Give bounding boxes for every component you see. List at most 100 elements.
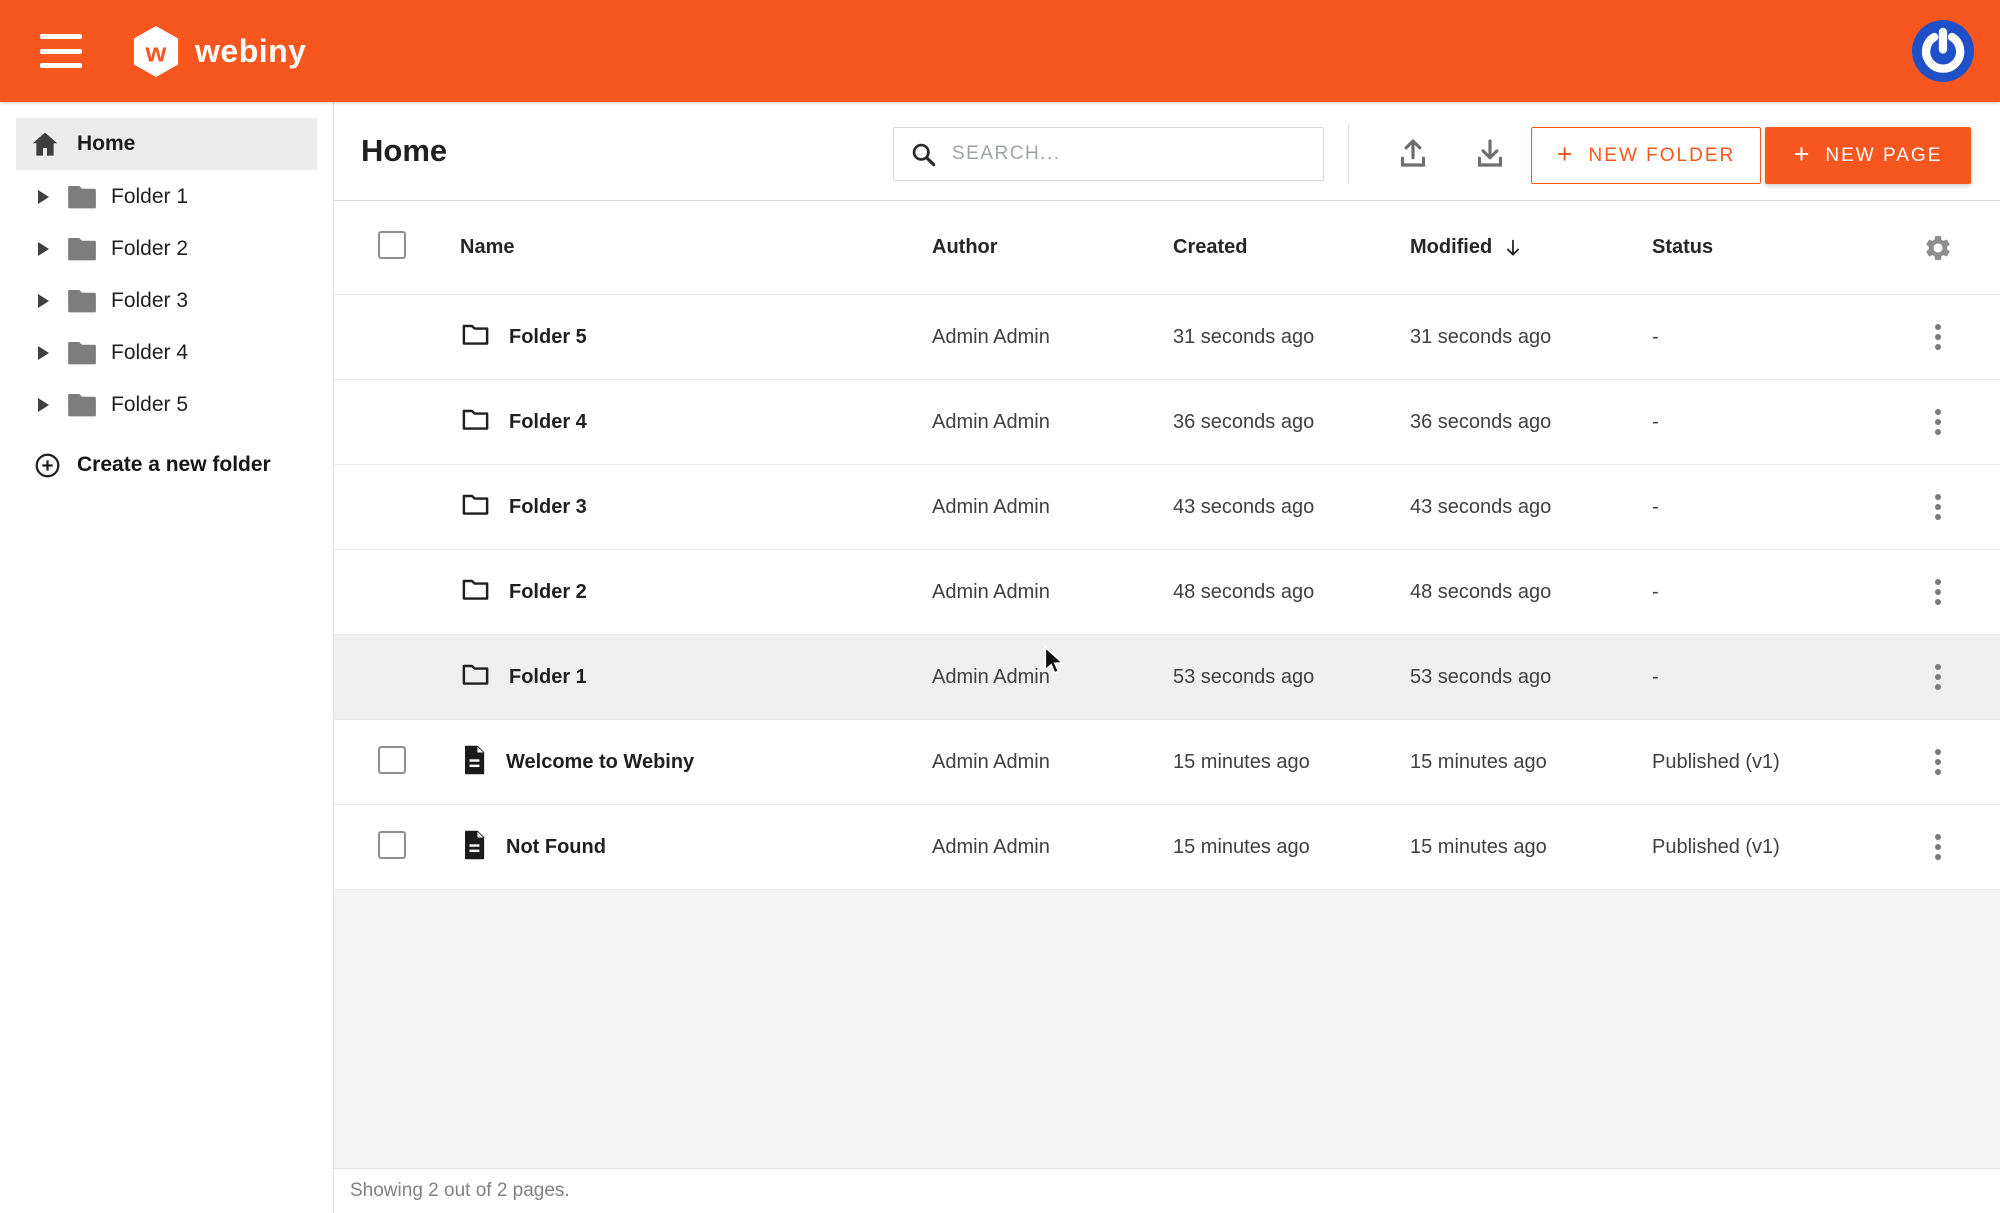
folder-filled-icon [67, 236, 97, 262]
folder-icon [460, 319, 491, 355]
sidebar-folder-label: Folder 3 [111, 289, 188, 313]
row-status: - [1652, 581, 1918, 604]
new-page-button[interactable]: + NEW PAGE [1765, 127, 1971, 184]
circle-plus-icon [34, 452, 61, 479]
svg-text:w: w [145, 37, 167, 67]
row-author: Admin Admin [932, 666, 1173, 689]
row-status: - [1652, 496, 1918, 519]
table-row[interactable]: Folder 1 Admin Admin 53 seconds ago 53 s… [334, 635, 2000, 720]
chevron-right-icon[interactable] [38, 294, 49, 308]
sort-descending-icon [1502, 237, 1524, 259]
folder-filled-icon [67, 340, 97, 366]
kebab-menu-icon[interactable] [1929, 573, 1947, 611]
search-input[interactable] [952, 143, 1307, 165]
folder-filled-icon [67, 288, 97, 314]
row-created: 31 seconds ago [1173, 326, 1410, 349]
gravatar-icon [1912, 20, 1974, 82]
row-modified: 15 minutes ago [1410, 751, 1652, 774]
table-header: Name Author Created Modified Status [334, 200, 2000, 295]
row-status: Published (v1) [1652, 751, 1918, 774]
new-folder-button[interactable]: + NEW FOLDER [1531, 127, 1761, 184]
select-all-checkbox[interactable] [378, 231, 406, 259]
plus-icon: + [1794, 139, 1812, 170]
row-created: 53 seconds ago [1173, 666, 1410, 689]
create-new-folder-button[interactable]: Create a new folder [0, 447, 333, 483]
chevron-right-icon[interactable] [38, 190, 49, 204]
page-title: Home [361, 133, 447, 169]
row-name: Not Found [506, 836, 606, 859]
header-status[interactable]: Status [1652, 236, 1918, 259]
row-status: Published (v1) [1652, 836, 1918, 859]
row-author: Admin Admin [932, 326, 1173, 349]
row-author: Admin Admin [932, 411, 1173, 434]
row-author: Admin Admin [932, 836, 1173, 859]
folder-icon [460, 574, 491, 610]
table-row[interactable]: Folder 3 Admin Admin 43 seconds ago 43 s… [334, 465, 2000, 550]
table-settings-gear-icon[interactable] [1923, 232, 1953, 264]
row-modified: 48 seconds ago [1410, 581, 1652, 604]
row-name: Folder 4 [509, 411, 587, 434]
sidebar-folder-item[interactable]: Folder 3 [0, 275, 333, 327]
header-created[interactable]: Created [1173, 236, 1410, 259]
row-name: Folder 5 [509, 326, 587, 349]
kebab-menu-icon[interactable] [1929, 743, 1947, 781]
table-row[interactable]: Welcome to Webiny Admin Admin 15 minutes… [334, 720, 2000, 805]
search-box[interactable] [893, 127, 1324, 181]
folder-icon [460, 404, 491, 440]
new-folder-label: NEW FOLDER [1589, 145, 1736, 167]
row-modified: 36 seconds ago [1410, 411, 1652, 434]
folder-filled-icon [67, 184, 97, 210]
kebab-menu-icon[interactable] [1929, 488, 1947, 526]
row-modified: 31 seconds ago [1410, 326, 1652, 349]
sidebar-folder-item[interactable]: Folder 1 [0, 171, 333, 223]
folder-icon [460, 489, 491, 525]
sidebar-item-home[interactable]: Home [16, 118, 317, 170]
sidebar-folder-item[interactable]: Folder 5 [0, 379, 333, 431]
kebab-menu-icon[interactable] [1929, 658, 1947, 696]
kebab-menu-icon[interactable] [1929, 318, 1947, 356]
row-modified: 15 minutes ago [1410, 836, 1652, 859]
row-checkbox[interactable] [378, 831, 406, 859]
chevron-right-icon[interactable] [38, 346, 49, 360]
chevron-right-icon[interactable] [38, 242, 49, 256]
export-download-button[interactable] [1467, 126, 1513, 180]
empty-area [334, 890, 2000, 1168]
table-row[interactable]: Folder 2 Admin Admin 48 seconds ago 48 s… [334, 550, 2000, 635]
webiny-logo: w webiny [132, 25, 306, 78]
header-modified[interactable]: Modified [1410, 236, 1652, 259]
folder-tree: Folder 1 Folder 2 Folder 3 Folder 4 [0, 171, 333, 431]
folder-filled-icon [67, 392, 97, 418]
header-name[interactable]: Name [460, 236, 932, 259]
kebab-menu-icon[interactable] [1929, 828, 1947, 866]
row-checkbox[interactable] [378, 746, 406, 774]
hamburger-menu-icon[interactable] [40, 34, 82, 68]
row-status: - [1652, 411, 1918, 434]
chevron-right-icon[interactable] [38, 398, 49, 412]
header-author[interactable]: Author [932, 236, 1173, 259]
row-name: Folder 3 [509, 496, 587, 519]
row-author: Admin Admin [932, 496, 1173, 519]
download-icon [1472, 134, 1508, 172]
sidebar-folder-item[interactable]: Folder 2 [0, 223, 333, 275]
import-upload-button[interactable] [1390, 126, 1436, 180]
table-row[interactable]: Folder 5 Admin Admin 31 seconds ago 31 s… [334, 295, 2000, 380]
home-icon [30, 130, 60, 158]
sidebar-folder-label: Folder 4 [111, 341, 188, 365]
table-row[interactable]: Not Found Admin Admin 15 minutes ago 15 … [334, 805, 2000, 890]
row-status: - [1652, 326, 1918, 349]
table-row[interactable]: Folder 4 Admin Admin 36 seconds ago 36 s… [334, 380, 2000, 465]
row-created: 48 seconds ago [1173, 581, 1410, 604]
sidebar-home-label: Home [77, 132, 135, 156]
table-body: Folder 5 Admin Admin 31 seconds ago 31 s… [334, 295, 2000, 890]
row-created: 43 seconds ago [1173, 496, 1410, 519]
upload-icon [1395, 134, 1431, 172]
kebab-menu-icon[interactable] [1929, 403, 1947, 441]
user-avatar[interactable] [1912, 20, 1974, 82]
toolbar-divider [1348, 123, 1349, 184]
pagination-footer: Showing 2 out of 2 pages. [334, 1168, 2000, 1213]
sidebar-folder-label: Folder 5 [111, 393, 188, 417]
row-modified: 53 seconds ago [1410, 666, 1652, 689]
sidebar-folder-item[interactable]: Folder 4 [0, 327, 333, 379]
page-list-main: Home [334, 102, 2000, 1213]
sidebar-folder-label: Folder 2 [111, 237, 188, 261]
